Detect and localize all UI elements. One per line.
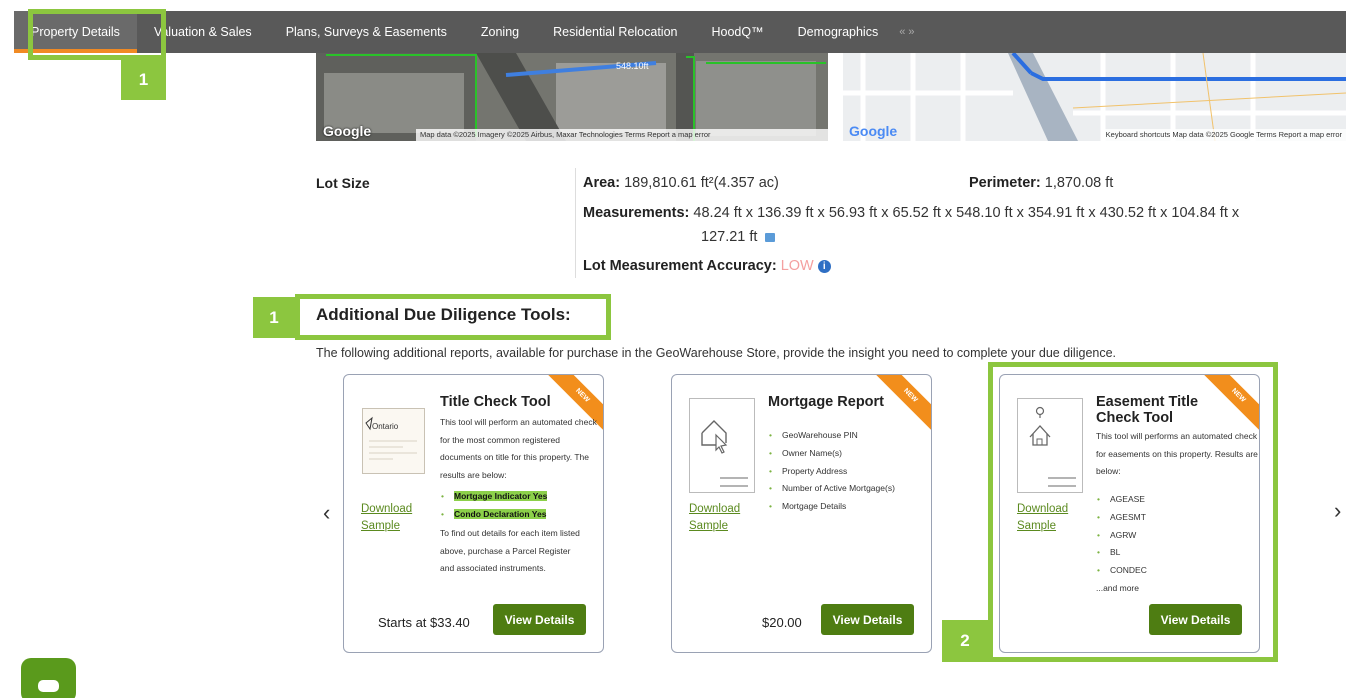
copy-icon[interactable] [765, 232, 776, 242]
tools-section-title: Additional Due Diligence Tools: [316, 305, 571, 324]
road-length-label: 548.10ft [616, 61, 649, 71]
carousel-next-arrow-icon[interactable]: › [1334, 498, 1341, 524]
card-price: $20.00 [762, 615, 802, 630]
carousel-prev-arrow-icon[interactable]: ‹ [323, 500, 330, 526]
page: Property Details Valuation & Sales Plans… [0, 0, 1346, 698]
list-item: Mortgage Indicator Yes [440, 488, 548, 506]
ontario-logo: Ontario [372, 422, 399, 431]
chat-button[interactable] [21, 658, 76, 698]
tools-section-description: The following additional reports, availa… [316, 346, 1117, 360]
download-sample-link[interactable]: Download Sample [361, 501, 421, 535]
accuracy-value: LOW [780, 258, 814, 274]
card-results-list: Mortgage Indicator Yes Condo Declaration… [440, 488, 548, 524]
card-mortgage-report: NEW Mortgage Report GeoWarehouse PIN Own… [671, 374, 932, 653]
ontario-document-thumbnail: Ontario [362, 408, 425, 474]
highlight-box-easement-card [988, 362, 1278, 662]
street-map-attribution: Keyboard shortcuts Map data ©2025 Google… [1101, 129, 1346, 141]
tab-hoodq[interactable]: HoodQ™ [695, 11, 781, 53]
accuracy-label: Lot Measurement Accuracy: [583, 258, 777, 274]
tab-plans-surveys-easements[interactable]: Plans, Surveys & Easements [269, 11, 464, 53]
card-title-check-tool: NEW Ontario Title Check Tool This tool w… [343, 374, 604, 653]
download-sample-link[interactable]: Download Sample [689, 501, 749, 535]
area-label: Area: [583, 175, 621, 191]
area-value: 189,810.61 ft²(4.357 ac) [624, 175, 779, 191]
house-pointer-thumbnail [689, 398, 755, 493]
map-attribution: Map data ©2025 Imagery ©2025 Airbus, Max… [416, 129, 828, 141]
lot-accuracy: Lot Measurement Accuracy: LOW i [583, 258, 831, 274]
info-icon[interactable]: i [817, 259, 831, 273]
perimeter-value: 1,870.08 ft [1044, 175, 1114, 191]
lot-measurements: Measurements: 48.24 ft x 136.39 ft x 56.… [583, 205, 1239, 221]
card-title: Title Check Tool [440, 394, 551, 410]
view-details-button[interactable]: View Details [493, 604, 586, 635]
google-logo-street: Google [849, 123, 898, 139]
card-features-list: GeoWarehouse PIN Owner Name(s) Property … [768, 427, 895, 516]
tab-residential-relocation[interactable]: Residential Relocation [536, 11, 694, 53]
step-badge-1: 1 [121, 60, 166, 100]
list-item: Mortgage Details [768, 498, 895, 516]
step-badge-2: 2 [942, 620, 988, 662]
highlight-box-property-details [28, 9, 166, 60]
card-price: Starts at $33.40 [378, 615, 470, 630]
street-map-drawing [843, 53, 1346, 141]
tab-demographics[interactable]: Demographics [781, 11, 896, 53]
lot-divider [575, 168, 576, 278]
list-item: GeoWarehouse PIN [768, 427, 895, 445]
list-item: Condo Declaration Yes [440, 506, 547, 524]
satellite-map[interactable]: 548.10ft Google Map data ©2025 Imagery ©… [316, 53, 828, 141]
step-badge-1-section: 1 [253, 297, 295, 338]
measurements-label: Measurements: [583, 205, 690, 221]
list-item: Property Address [768, 463, 895, 481]
ontario-doc-lines: Ontario [365, 416, 417, 460]
card-footer-note: To find out details for each item listed… [440, 528, 580, 574]
list-item: Owner Name(s) [768, 445, 895, 463]
street-map[interactable]: Google Keyboard shortcuts Map data ©2025… [843, 53, 1346, 141]
google-logo: Google [323, 123, 372, 139]
perimeter-label: Perimeter: [969, 175, 1041, 191]
card-description: This tool will perform an automated chec… [440, 417, 597, 480]
lot-perimeter: Perimeter: 1,870.08 ft [969, 175, 1113, 191]
lot-area: Area: 189,810.61 ft²(4.357 ac) [583, 175, 779, 191]
measurements-value: 48.24 ft x 136.39 ft x 56.93 ft x 65.52 … [693, 205, 1240, 221]
view-details-button[interactable]: View Details [821, 604, 914, 635]
lot-measurements-cont: 127.21 ft [701, 229, 776, 245]
top-nav: Property Details Valuation & Sales Plans… [14, 11, 1346, 53]
tab-zoning[interactable]: Zoning [464, 11, 536, 53]
measurements-value-cont: 127.21 ft [701, 229, 758, 245]
house-pointer-icon [701, 420, 748, 487]
collapse-chevrons-icon[interactable]: «» [895, 26, 917, 38]
card-title: Mortgage Report [768, 394, 884, 410]
satellite-map-imagery: 548.10ft [316, 53, 828, 141]
list-item: Number of Active Mortgage(s) [768, 480, 895, 498]
lot-size-label: Lot Size [316, 175, 370, 191]
